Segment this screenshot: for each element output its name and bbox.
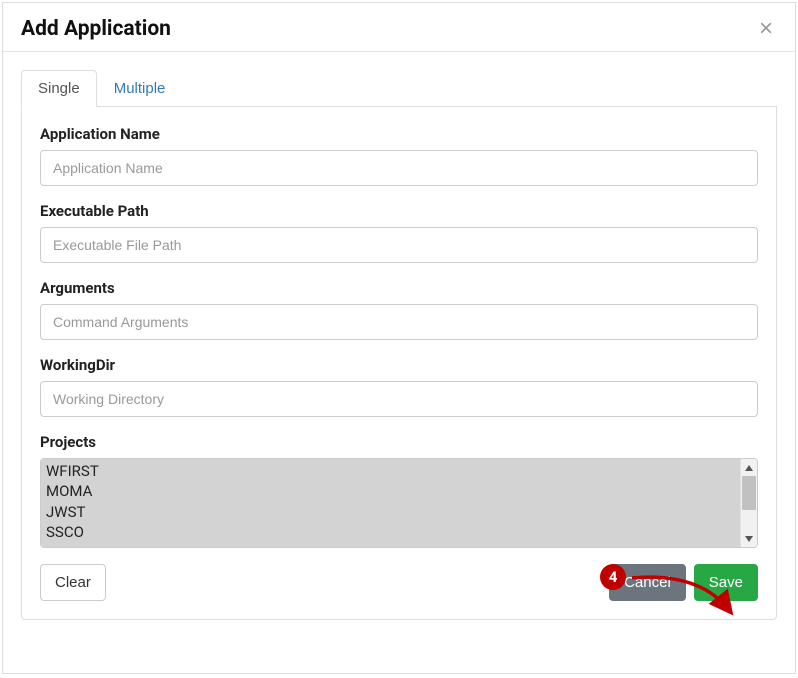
list-item[interactable]: JWST [46,502,735,522]
field-working-dir: WorkingDir [40,356,758,417]
working-dir-input[interactable] [40,381,758,417]
list-item[interactable]: MOMA [46,481,735,501]
form-footer: Clear Cancel Save [40,564,758,601]
modal-header: Add Application × [3,3,795,52]
cancel-button[interactable]: Cancel [609,564,686,601]
arguments-input[interactable] [40,304,758,340]
application-name-input[interactable] [40,150,758,186]
tab-multiple[interactable]: Multiple [97,70,183,107]
arguments-label: Arguments [40,279,758,297]
projects-listbox[interactable]: WFIRST MOMA JWST SSCO [41,459,740,547]
field-application-name: Application Name [40,125,758,186]
add-application-modal: Add Application × Single Multiple Applic… [2,2,796,674]
clear-button[interactable]: Clear [40,564,106,601]
field-projects: Projects WFIRST MOMA JWST SSCO [40,433,758,548]
projects-label: Projects [40,433,758,451]
save-button[interactable]: Save [694,564,758,601]
list-item[interactable]: SSCO [46,522,735,542]
executable-path-label: Executable Path [40,202,758,220]
application-name-label: Application Name [40,125,758,143]
tabs: Single Multiple [21,70,777,107]
close-icon: × [759,15,773,42]
modal-body: Single Multiple Application Name Executa… [3,52,795,673]
projects-scrollbar[interactable] [740,459,757,547]
chevron-up-icon[interactable] [741,459,757,476]
field-arguments: Arguments [40,279,758,340]
projects-listbox-wrap: WFIRST MOMA JWST SSCO [40,458,758,548]
working-dir-label: WorkingDir [40,356,758,374]
tab-content: Application Name Executable Path Argumen… [21,107,777,620]
modal-title: Add Application [21,17,171,41]
chevron-down-icon[interactable] [741,530,757,547]
list-item[interactable]: WFIRST [46,461,735,481]
executable-path-input[interactable] [40,227,758,263]
tab-single[interactable]: Single [21,70,97,107]
scroll-thumb[interactable] [742,476,756,510]
field-executable-path: Executable Path [40,202,758,263]
close-button[interactable]: × [755,17,777,41]
footer-right-buttons: Cancel Save [609,564,758,601]
